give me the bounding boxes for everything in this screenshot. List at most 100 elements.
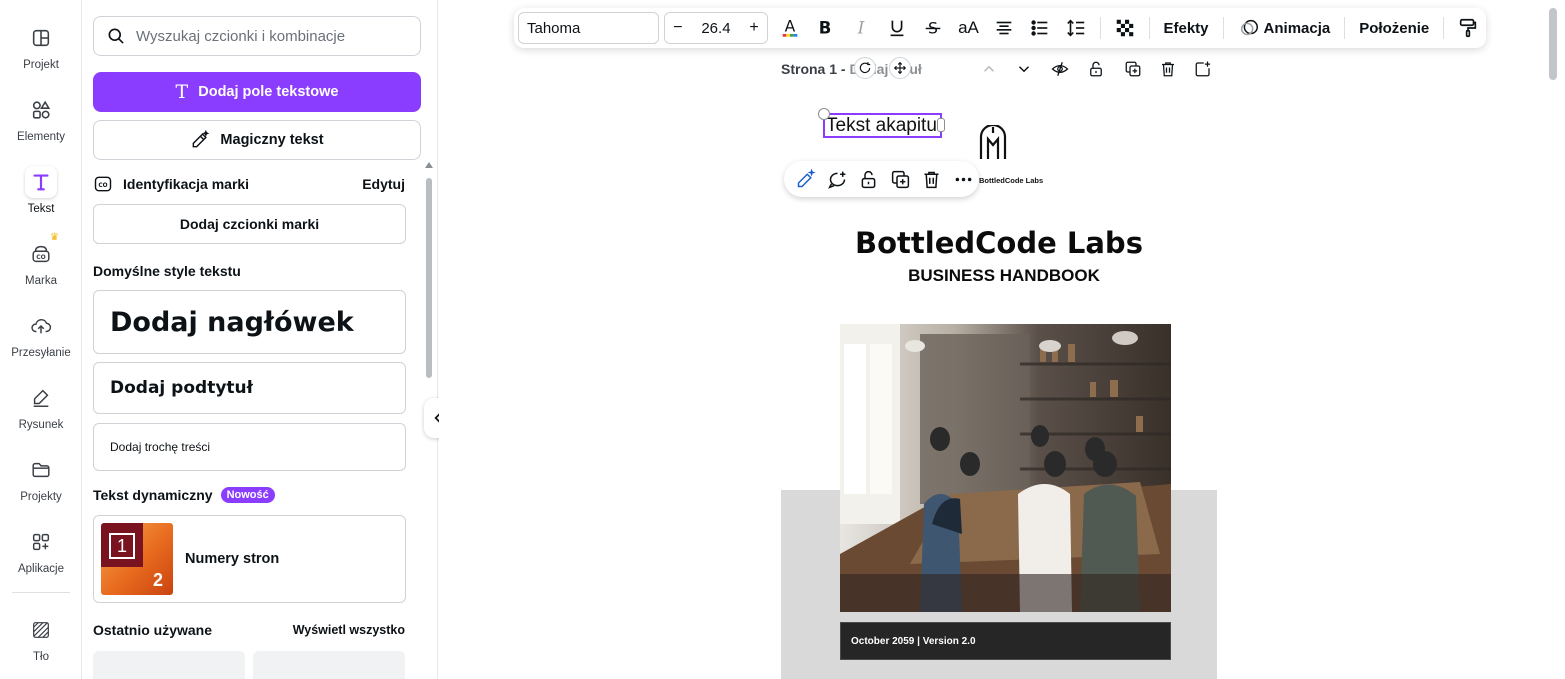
add-body-text-button[interactable]: Dodaj trochę treści [93, 423, 406, 471]
rail-item-aplikacje[interactable]: Aplikacje [0, 526, 82, 590]
font-size-increase-button[interactable]: + [749, 19, 758, 37]
see-all-link[interactable]: Wyświetl wszystko [293, 623, 405, 637]
align-center-icon [996, 21, 1012, 35]
align-center-button[interactable] [986, 12, 1022, 44]
bullet-list-button[interactable] [1022, 12, 1058, 44]
font-search-box[interactable] [93, 16, 421, 56]
strikethrough-button[interactable]: S [915, 12, 951, 44]
font-size-stepper: − 26.4 + [664, 12, 768, 44]
animate-button[interactable]: Animacja [1230, 17, 1339, 39]
lock-element-button[interactable] [853, 163, 885, 195]
draw-pen-icon [25, 382, 57, 414]
recent-font-tile[interactable] [93, 651, 245, 679]
office-photo-illustration [840, 324, 1171, 612]
font-size-value[interactable]: 26.4 [701, 20, 730, 37]
hide-page-button[interactable] [1049, 58, 1071, 80]
scroll-up-arrow[interactable] [425, 162, 433, 168]
magic-text-button[interactable]: Magiczny tekst [93, 120, 421, 160]
effects-button[interactable]: Efekty [1156, 20, 1217, 37]
resize-handle-top-left[interactable] [818, 108, 830, 120]
move-arrows-icon [893, 61, 907, 75]
move-page-up-button[interactable] [978, 58, 1000, 80]
add-brand-fonts-button[interactable]: Dodaj czcionki marki [93, 204, 406, 244]
apps-icon [25, 526, 57, 558]
toolbar-divider [1222, 17, 1224, 39]
font-search-input[interactable] [136, 27, 406, 45]
rail-label: Tekst [27, 203, 55, 215]
svg-text:CO: CO [36, 254, 45, 261]
rail-item-projekty[interactable]: Projekty [0, 454, 82, 518]
magic-wand-icon [193, 130, 210, 148]
svg-text:I: I [857, 19, 865, 38]
magic-write-button[interactable] [790, 163, 822, 195]
trash-icon [924, 171, 939, 188]
rail-item-elementy[interactable]: Elementy [0, 94, 82, 158]
text-color-icon: A [782, 18, 797, 37]
toolbar-divider [1148, 17, 1150, 39]
selected-text-box[interactable]: Tekst akapitu [823, 113, 942, 138]
paint-roller-icon [1459, 18, 1477, 38]
bold-icon: B [819, 19, 832, 38]
delete-element-button[interactable] [916, 163, 948, 195]
rail-divider [12, 592, 70, 593]
lock-open-icon [861, 170, 876, 188]
office-team-photo[interactable] [840, 324, 1171, 612]
line-spacing-icon [1066, 19, 1085, 37]
eye-slash-icon [1051, 62, 1069, 76]
move-handle[interactable] [889, 57, 911, 79]
rail-item-rysunek[interactable]: Rysunek [0, 382, 82, 446]
add-page-button[interactable] [1192, 58, 1214, 80]
rail-item-przesylanie[interactable]: Przesyłanie [0, 310, 82, 374]
side-nav-rail: Projekt Elementy Tekst CO Marka ♛ Przesy… [0, 0, 82, 679]
italic-icon: I [857, 19, 865, 38]
bold-button[interactable]: B [807, 12, 843, 44]
rail-item-tekst[interactable]: Tekst [0, 166, 82, 230]
duplicate-element-button[interactable] [885, 163, 917, 195]
rail-label: Elementy [17, 131, 65, 143]
rotate-handle[interactable] [854, 57, 876, 79]
brand-kit-edit-link[interactable]: Edytuj [362, 176, 405, 192]
rail-item-tlo[interactable]: Tło [0, 614, 82, 678]
version-bar[interactable]: October 2059 | Version 2.0 [840, 622, 1171, 660]
document-subtitle[interactable]: BUSINESS HANDBOOK [781, 266, 1217, 286]
underline-button[interactable] [879, 12, 915, 44]
canvas-scrollbar[interactable] [1549, 8, 1557, 80]
position-button[interactable]: Położenie [1351, 20, 1437, 37]
logo-wordmark: BottledCode Labs [979, 176, 1044, 185]
rail-item-projekt[interactable]: Projekt [0, 22, 82, 86]
delete-page-button[interactable] [1157, 58, 1179, 80]
lock-page-button[interactable] [1085, 58, 1107, 80]
text-icon [25, 166, 57, 198]
page-numbers-card[interactable]: 1 2 Numery stron [93, 515, 406, 603]
premium-crown-icon: ♛ [50, 232, 59, 243]
move-page-down-button[interactable] [1013, 58, 1035, 80]
folder-icon [25, 454, 57, 486]
italic-button[interactable]: I [843, 12, 879, 44]
line-spacing-button[interactable] [1058, 12, 1094, 44]
document-title[interactable]: BottledCode Labs [781, 226, 1217, 260]
svg-text:B: B [819, 19, 832, 38]
page-title-prefix: Strona 1 - [781, 61, 850, 77]
add-textbox-button[interactable]: T Dodaj pole tekstowe [93, 72, 421, 112]
add-heading-button[interactable]: Dodaj nagłówek [93, 290, 406, 354]
font-family-select[interactable]: Tahoma [518, 12, 660, 44]
magic-pen-icon [798, 168, 816, 187]
resize-handle-right[interactable] [937, 118, 945, 132]
add-page-icon [1195, 61, 1211, 77]
animate-label: Animacja [1263, 19, 1331, 37]
upload-cloud-icon [25, 310, 57, 342]
more-options-button[interactable] [948, 163, 980, 195]
rail-item-marka[interactable]: CO Marka [0, 238, 82, 302]
transparency-button[interactable] [1107, 12, 1143, 44]
duplicate-page-button[interactable] [1122, 58, 1144, 80]
add-comment-button[interactable] [822, 163, 854, 195]
search-icon [108, 28, 124, 44]
recent-font-tile[interactable] [253, 651, 405, 679]
page-numbers-label: Numery stron [185, 551, 280, 567]
letter-case-button[interactable]: aA [951, 12, 987, 44]
font-size-decrease-button[interactable]: − [673, 19, 682, 37]
add-subheading-button[interactable]: Dodaj podtytuł [93, 362, 406, 414]
panel-scrollbar[interactable] [426, 178, 432, 378]
copy-style-button[interactable] [1450, 12, 1486, 44]
text-color-button[interactable]: A [772, 12, 808, 44]
